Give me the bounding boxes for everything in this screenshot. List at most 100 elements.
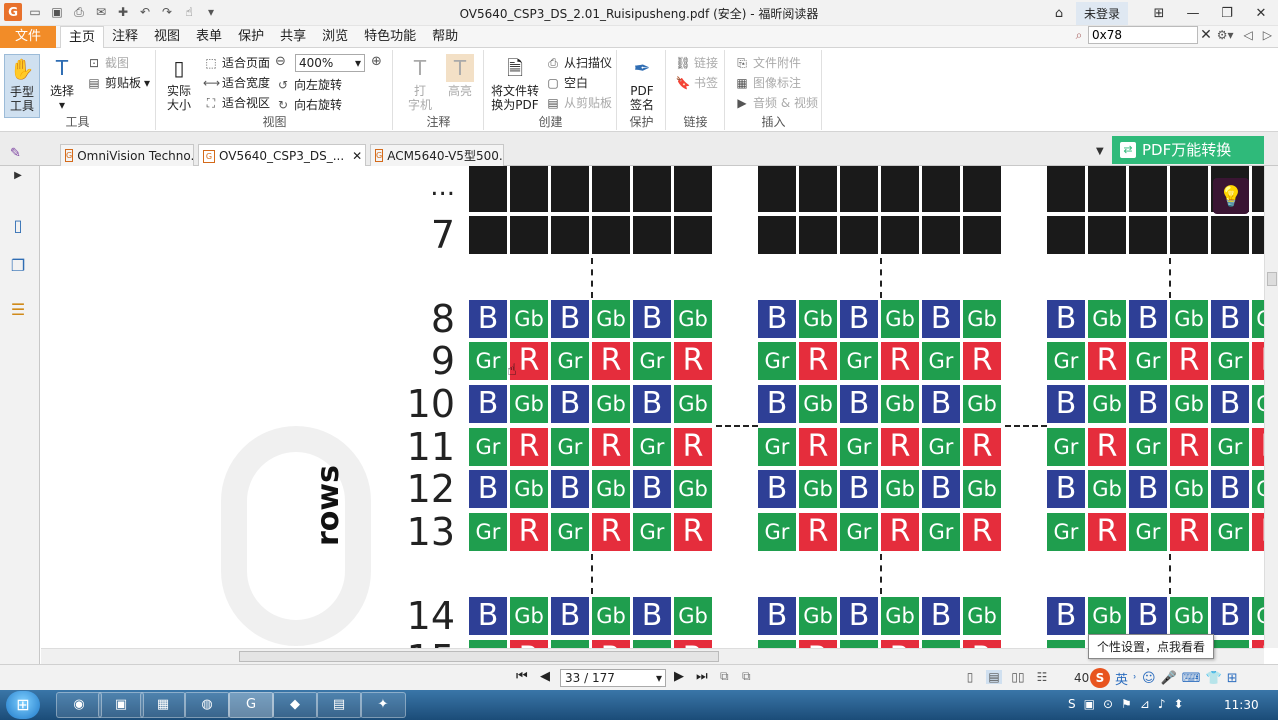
- screenshot-button[interactable]: ⊡ 截图: [86, 54, 129, 72]
- lightbulb-icon[interactable]: 💡: [1213, 178, 1249, 214]
- next-result-icon[interactable]: ▷: [1263, 28, 1272, 42]
- next-page-icon[interactable]: ▶: [674, 669, 684, 684]
- tab-menu-dropdown-icon[interactable]: ▼: [1096, 146, 1104, 157]
- single-page-icon[interactable]: ▯: [962, 670, 978, 684]
- voice-icon[interactable]: 🎤: [1161, 671, 1177, 686]
- comments-icon[interactable]: ☰: [8, 300, 28, 320]
- clock[interactable]: 11:30: [1224, 698, 1259, 712]
- doc-tab-1[interactable]: G OmniVision Techno...: [60, 144, 194, 166]
- taskbar-app-1[interactable]: ◉: [56, 692, 102, 718]
- menu-tab-3[interactable]: 表单: [188, 26, 230, 48]
- document-viewport[interactable]: rows ...78BGbBGbBGbBGbBGbBGbBGbBGbBGb9Gr…: [41, 166, 1264, 648]
- pages-thumbnail-icon[interactable]: ▯: [8, 216, 28, 236]
- from-scanner-button[interactable]: ⎙ 从扫描仪: [545, 54, 612, 72]
- sogou-tray-icon[interactable]: S: [1068, 697, 1076, 711]
- prev-view-icon[interactable]: ⧉: [720, 669, 729, 684]
- fit-width-button[interactable]: ⟷ 适合宽度: [203, 74, 270, 92]
- taskbar-app-7[interactable]: ▤: [316, 692, 362, 718]
- flag-icon[interactable]: ⚑: [1121, 697, 1132, 711]
- menu-tab-1[interactable]: 注释: [104, 26, 146, 48]
- first-page-icon[interactable]: ⏮: [516, 669, 528, 684]
- horizontal-scroll-thumb[interactable]: [239, 651, 719, 662]
- search-icon[interactable]: ⌕: [1070, 26, 1088, 44]
- menu-tab-6[interactable]: 浏览: [314, 26, 356, 48]
- search-input[interactable]: [1088, 26, 1198, 44]
- facing-page-icon[interactable]: ▯▯: [1010, 670, 1026, 684]
- zoom-out-icon[interactable]: ⊖: [275, 54, 286, 69]
- tray-extra-icon[interactable]: ⬍: [1174, 697, 1184, 711]
- tab-list-icon[interactable]: ✎: [10, 146, 21, 161]
- menu-tab-5[interactable]: 共享: [272, 26, 314, 48]
- fit-page-button[interactable]: ⬚ 适合页面: [203, 54, 270, 72]
- actual-size-button[interactable]: ▯ 实际 大小: [163, 54, 195, 112]
- settings-icon[interactable]: ⚙▾: [1217, 28, 1234, 42]
- page-number-input[interactable]: 33 / 177 ▾: [560, 669, 666, 687]
- ime-language[interactable]: 英: [1115, 669, 1128, 688]
- highlight-button[interactable]: T 高亮: [444, 54, 476, 98]
- rotate-right-button[interactable]: ↻ 向右旋转: [275, 96, 342, 114]
- emoji-icon[interactable]: ☺: [1142, 671, 1156, 686]
- vertical-scroll-thumb[interactable]: [1267, 272, 1277, 286]
- file-menu[interactable]: 文件: [0, 26, 56, 48]
- select-button[interactable]: T 选择 ▾: [46, 54, 78, 112]
- network-icon[interactable]: ⊿: [1140, 697, 1150, 711]
- restore-button[interactable]: ❐: [1210, 0, 1244, 26]
- menu-tab-4[interactable]: 保护: [230, 26, 272, 48]
- prev-result-icon[interactable]: ◁: [1244, 28, 1253, 42]
- image-annot-button[interactable]: ▦ 图像标注: [734, 74, 801, 92]
- skin-icon[interactable]: ⌂: [1042, 0, 1076, 26]
- link-button[interactable]: ⛓ 链接: [675, 54, 718, 72]
- menu-tab-7[interactable]: 特色功能: [356, 26, 424, 48]
- taskbar-app-4[interactable]: ◍: [184, 692, 230, 718]
- pdf-sign-button[interactable]: ✒ PDF 签名: [626, 54, 658, 112]
- last-page-icon[interactable]: ⏭: [696, 669, 708, 684]
- menu-tab-2[interactable]: 视图: [146, 26, 188, 48]
- menu-tab-0[interactable]: 主页: [60, 26, 105, 49]
- login-button[interactable]: 未登录: [1075, 1, 1128, 25]
- typewriter-button[interactable]: T 打 字机: [404, 54, 436, 112]
- keyboard-icon[interactable]: ⌨: [1182, 671, 1201, 686]
- taskbar-foxit-reader[interactable]: G: [228, 692, 274, 718]
- doc-tab-3[interactable]: G ACM5640-V5型500...: [370, 144, 504, 166]
- layout-icon[interactable]: ⊞: [1142, 0, 1176, 26]
- pdf-convert-banner[interactable]: ⇄ PDF万能转换: [1112, 136, 1264, 164]
- taskbar-app-6[interactable]: ◆: [272, 692, 318, 718]
- bookmark-button[interactable]: 🔖 书签: [675, 74, 719, 92]
- audio-video-button[interactable]: ▶ 音频 & 视频: [734, 94, 818, 112]
- sogou-ime-icon[interactable]: S: [1090, 668, 1110, 688]
- ime-grid-icon[interactable]: ⊞: [1227, 671, 1238, 686]
- prev-page-icon[interactable]: ◀: [540, 669, 550, 684]
- hand-tool-button[interactable]: ✋ 手型 工具: [4, 54, 40, 118]
- continuous-facing-icon[interactable]: ☷: [1034, 670, 1050, 684]
- next-view-icon[interactable]: ⧉: [742, 669, 751, 684]
- zoom-in-icon[interactable]: ⊕: [371, 54, 382, 69]
- close-button[interactable]: ✕: [1244, 0, 1278, 26]
- volume-icon[interactable]: ♪: [1158, 697, 1166, 711]
- rotate-left-button[interactable]: ↺ 向左旋转: [275, 76, 342, 94]
- vertical-scrollbar[interactable]: [1264, 166, 1278, 648]
- clipboard-button[interactable]: ▤ 剪贴板 ▾: [86, 74, 150, 92]
- menu-tab-8[interactable]: 帮助: [424, 26, 466, 48]
- expand-panel-icon[interactable]: ▶: [8, 170, 28, 190]
- layers-icon[interactable]: ❐: [8, 256, 28, 276]
- taskbar-app-2[interactable]: ▣: [98, 692, 144, 718]
- file-attach-button[interactable]: ⎘ 文件附件: [734, 54, 801, 72]
- fit-visible-button[interactable]: ⛶ 适合视区: [203, 94, 270, 112]
- blank-button[interactable]: ▢ 空白: [545, 74, 588, 92]
- taskbar-app-8[interactable]: ✦: [360, 692, 406, 718]
- tray-app-icon[interactable]: ▣: [1084, 697, 1095, 711]
- clear-search-icon[interactable]: ✕: [1198, 27, 1214, 43]
- skin-shirt-icon[interactable]: 👕: [1206, 671, 1222, 686]
- punctuation-icon[interactable]: ˒: [1133, 671, 1137, 686]
- continuous-page-icon[interactable]: ▤: [986, 670, 1002, 684]
- start-button[interactable]: ⊞: [6, 691, 40, 719]
- minimize-button[interactable]: —: [1176, 0, 1210, 26]
- zoom-select[interactable]: 400% ▾: [295, 54, 365, 72]
- tray-app-2-icon[interactable]: ⊙: [1103, 697, 1113, 711]
- close-tab-icon[interactable]: ✕: [352, 146, 362, 166]
- convert-to-pdf-button[interactable]: 🗎 将文件转 换为PDF: [489, 54, 541, 112]
- horizontal-scrollbar[interactable]: [41, 648, 1264, 664]
- taskbar-app-3[interactable]: ▦: [140, 692, 186, 718]
- doc-tab-2[interactable]: G OV5640_CSP3_DS_... ✕: [198, 144, 366, 167]
- from-clipboard-button[interactable]: ▤ 从剪贴板: [545, 94, 612, 112]
